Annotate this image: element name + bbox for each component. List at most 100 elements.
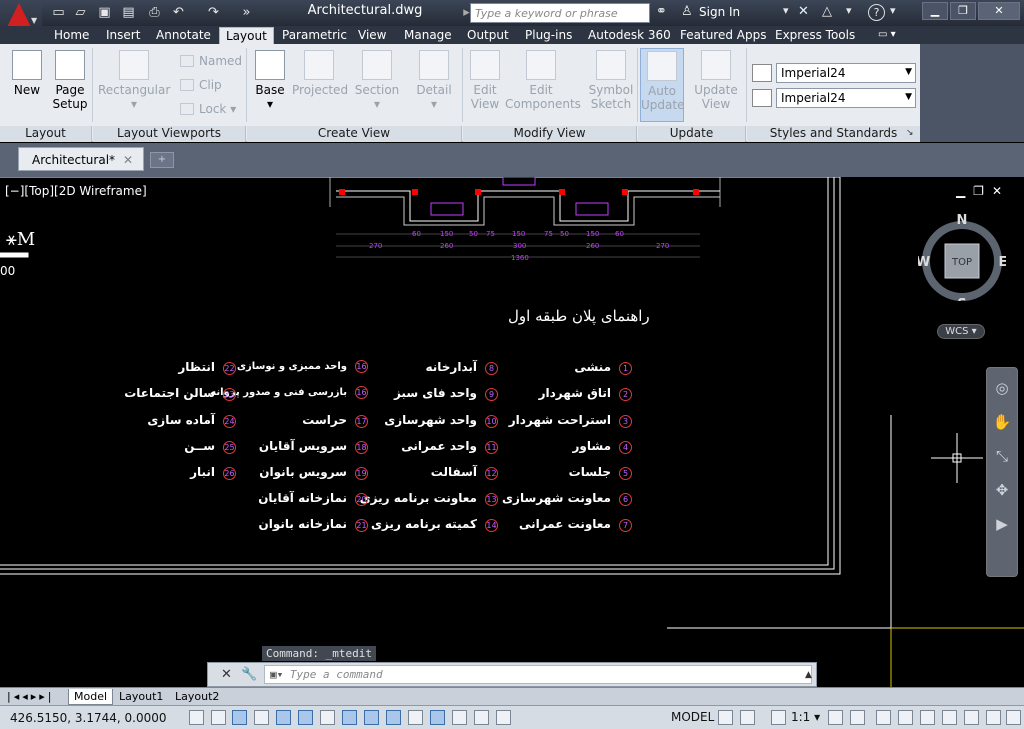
showmotion-icon[interactable]: ▶ [992, 514, 1012, 534]
tab-annotate[interactable]: Annotate [150, 27, 217, 44]
edit-components-button[interactable]: Edit Components [505, 50, 581, 111]
ortho-mode-icon[interactable] [254, 710, 269, 725]
steering-wheel-icon[interactable]: ◎ [992, 378, 1012, 398]
quick-view-drawings-icon[interactable] [740, 710, 755, 725]
tab-layout[interactable]: Layout [219, 27, 274, 44]
transparency-icon[interactable] [430, 710, 445, 725]
quick-view-layouts-icon[interactable] [718, 710, 733, 725]
command-history-up-icon[interactable]: ▲ [805, 670, 812, 680]
autodesk-360-icon[interactable]: △ [822, 4, 832, 19]
model-space-toggle[interactable]: MODEL [671, 710, 714, 724]
save-as-icon[interactable]: ▤ [120, 4, 137, 21]
quick-properties-icon[interactable] [452, 710, 467, 725]
annotation-scale-value[interactable]: 1:1 ▾ [791, 710, 820, 724]
tab-autodesk-360[interactable]: Autodesk 360 [582, 27, 677, 44]
annotation-visibility-icon[interactable] [828, 710, 843, 725]
tab-insert[interactable]: Insert [100, 27, 146, 44]
undo-icon[interactable]: ↶ [170, 4, 187, 21]
connect-dropdown-icon[interactable]: ▾ [846, 4, 852, 17]
command-input[interactable]: ▣▾ Type a command [264, 665, 812, 684]
object-snap-icon[interactable] [298, 710, 313, 725]
selection-cycling-icon[interactable] [474, 710, 489, 725]
style-dropdown-2[interactable]: Imperial24 ▼ [776, 88, 916, 108]
tab-plug-ins[interactable]: Plug-ins [519, 27, 578, 44]
workspace-switching-icon[interactable] [876, 710, 891, 725]
minimize-button[interactable]: ▁ [922, 2, 948, 20]
clean-screen-icon[interactable] [1006, 710, 1021, 725]
pan-hand-icon[interactable]: ✋ [992, 412, 1012, 432]
auto-update-button[interactable]: Auto Update [640, 48, 684, 122]
clip-button[interactable]: Clip [180, 78, 222, 92]
sign-in-button[interactable]: Sign In [699, 5, 740, 19]
tab-output[interactable]: Output [461, 27, 515, 44]
grid-display-icon[interactable] [232, 710, 247, 725]
update-view-button[interactable]: Update View [692, 50, 740, 111]
signin-dropdown-icon[interactable]: ▾ [783, 4, 789, 17]
section-view-button[interactable]: Section ▾ [354, 50, 400, 111]
open-file-icon[interactable]: ▱ [72, 4, 89, 21]
new-layout-button[interactable]: New [8, 50, 46, 97]
help-icon[interactable]: ? [868, 4, 885, 21]
tab-express-tools[interactable]: Express Tools [769, 27, 861, 44]
redo-icon[interactable]: ↷ [205, 4, 222, 21]
snap-mode-icon[interactable] [211, 710, 226, 725]
isolate-objects-icon[interactable] [942, 710, 957, 725]
tab-featured-apps[interactable]: Featured Apps [674, 27, 772, 44]
close-button[interactable]: ✕ [978, 2, 1020, 20]
viewport-window-controls[interactable]: ▁❐✕ [956, 184, 1010, 198]
binoculars-icon[interactable]: ⚭ [656, 4, 667, 19]
auto-scale-icon[interactable] [850, 710, 865, 725]
projected-view-button[interactable]: Projected [292, 50, 348, 97]
layout1-tab[interactable]: Layout1 [114, 689, 168, 705]
dynamic-input-icon[interactable] [386, 710, 401, 725]
compass-west[interactable]: W [918, 255, 930, 270]
status-menu-icon[interactable] [986, 710, 1001, 725]
print-icon[interactable]: ⎙ [146, 4, 163, 21]
layout2-tab[interactable]: Layout2 [170, 689, 224, 705]
annotation-scale-icon[interactable] [771, 710, 786, 725]
exchange-icon[interactable]: ✕ [798, 4, 809, 19]
rectangular-viewport-button[interactable]: Rectangular ▾ [98, 50, 170, 111]
wcs-menu-button[interactable]: WCS ▾ [937, 324, 985, 339]
annotation-monitor-icon[interactable] [496, 710, 511, 725]
search-input[interactable]: Type a keyword or phrase [470, 3, 650, 23]
detail-view-button[interactable]: Detail ▾ [414, 50, 454, 111]
tab-parametric[interactable]: Parametric [276, 27, 353, 44]
page-setup-button[interactable]: Page Setup [50, 50, 90, 111]
symbol-sketch-button[interactable]: Symbol Sketch [588, 50, 634, 111]
new-file-icon[interactable]: ▭ [50, 4, 67, 21]
lock-ui-icon[interactable] [898, 710, 913, 725]
tab-home[interactable]: Home [48, 27, 95, 44]
tab-manage[interactable]: Manage [398, 27, 458, 44]
model-tab[interactable]: Model [68, 689, 114, 705]
panel-launcher-icon[interactable]: ↘ [906, 128, 914, 138]
viewcube[interactable]: TOP N S W E [918, 213, 1006, 301]
viewcube-top-label[interactable]: TOP [951, 257, 972, 268]
viewport-controls-label[interactable]: [−][Top][2D Wireframe] [5, 184, 147, 198]
drawing-viewport[interactable]: 60 150 50 75 150 75 50 150 60 270 260 30… [0, 177, 1024, 687]
close-tab-icon[interactable]: ✕ [123, 153, 133, 167]
maximize-button[interactable]: ❐ [950, 2, 976, 20]
dynamic-ucs-icon[interactable] [364, 710, 379, 725]
new-tab-button[interactable]: + [150, 152, 174, 168]
lineweight-icon[interactable] [408, 710, 423, 725]
section-style-selector[interactable]: Imperial24 ▼ [752, 88, 917, 108]
3d-object-snap-icon[interactable] [320, 710, 335, 725]
drawing-style-selector[interactable]: Imperial24 ▼ [752, 63, 917, 83]
orbit-icon[interactable]: ✥ [992, 480, 1012, 500]
command-close-icon[interactable]: ✕ [221, 667, 232, 682]
object-snap-tracking-icon[interactable] [342, 710, 357, 725]
save-icon[interactable]: ▣ [96, 4, 113, 21]
style-dropdown-1[interactable]: Imperial24 ▼ [776, 63, 916, 83]
compass-east[interactable]: E [999, 255, 1006, 270]
help-dropdown-icon[interactable]: ▾ [890, 4, 896, 17]
ribbon-minimize-icon[interactable]: ▭ ▾ [872, 27, 902, 44]
polar-tracking-icon[interactable] [276, 710, 291, 725]
lock-button[interactable]: Lock ▾ [180, 102, 236, 116]
compass-south[interactable]: S [957, 297, 966, 301]
edit-view-button[interactable]: Edit View [468, 50, 502, 111]
base-view-button[interactable]: Base ▾ [252, 50, 288, 111]
infer-constraints-icon[interactable] [189, 710, 204, 725]
file-tab-architectural[interactable]: Architectural* ✕ [18, 147, 144, 171]
notification-bulb-icon[interactable] [964, 710, 979, 725]
